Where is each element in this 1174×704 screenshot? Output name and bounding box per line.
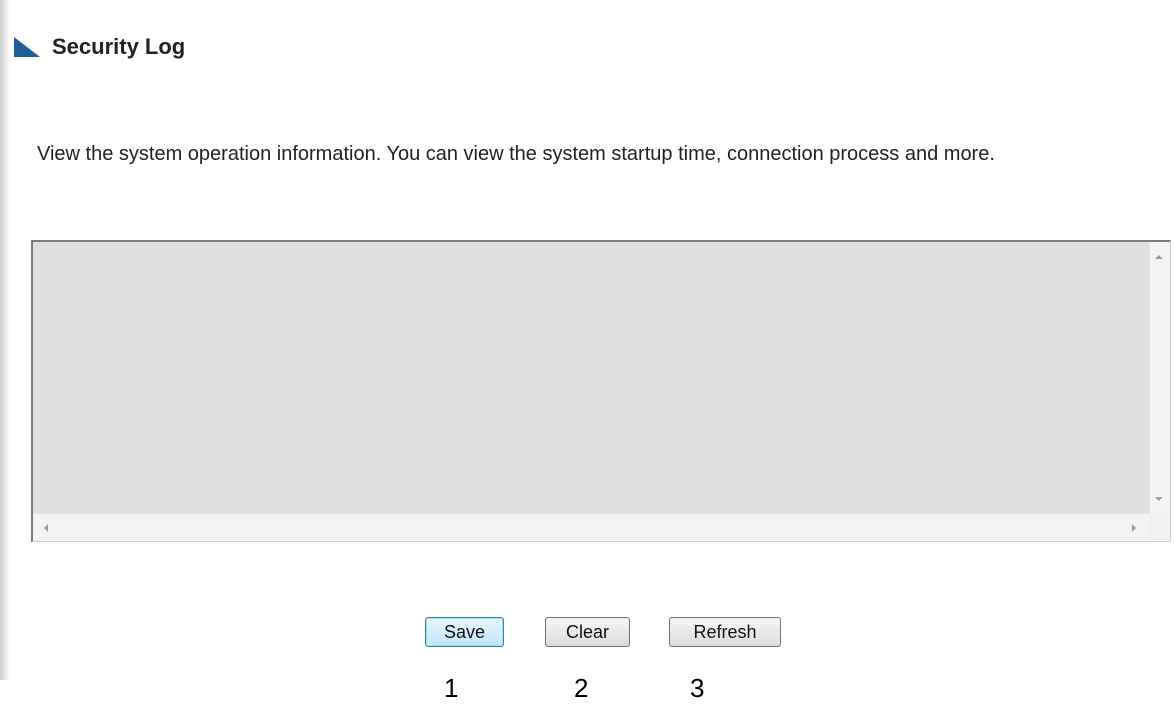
scroll-right-icon[interactable]	[1132, 524, 1136, 532]
annotation-labels: 1 2 3	[0, 672, 1174, 704]
refresh-button[interactable]: Refresh	[669, 617, 781, 647]
page-title: Security Log	[52, 34, 186, 59]
annotation-label-1: 1	[444, 673, 459, 703]
vertical-scrollbar[interactable]	[1149, 242, 1170, 513]
log-box	[31, 240, 1171, 542]
horizontal-scrollbar[interactable]	[33, 513, 1149, 541]
annotation-label-2: 2	[574, 673, 589, 703]
save-button[interactable]: Save	[425, 617, 504, 647]
scroll-up-icon[interactable]	[1155, 255, 1163, 259]
security-log-page: Security Log View the system operation i…	[0, 0, 1174, 704]
annotation-label-3: 3	[690, 673, 705, 703]
triangle-corner-icon	[12, 37, 40, 57]
button-row: Save Clear Refresh	[0, 617, 1174, 649]
title-row: Security Log	[12, 30, 185, 64]
scrollbar-corner	[1149, 513, 1170, 541]
scroll-left-icon[interactable]	[44, 524, 48, 532]
log-textarea[interactable]	[33, 242, 1149, 513]
page-description: View the system operation information. Y…	[37, 143, 995, 165]
left-edge-strip	[0, 0, 10, 680]
clear-button[interactable]: Clear	[545, 617, 630, 647]
scroll-down-icon[interactable]	[1155, 497, 1163, 501]
